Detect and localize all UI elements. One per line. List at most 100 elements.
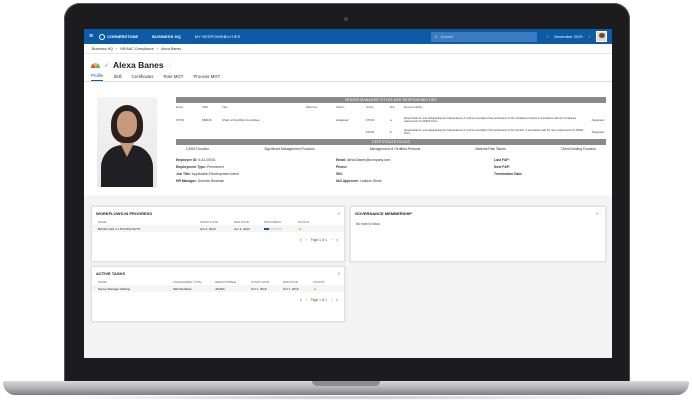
table-row[interactable]: Senior Manager Waiting Skill Workflow JA… xyxy=(92,285,344,292)
next-month-chevron-icon[interactable]: › xyxy=(589,34,590,39)
table-cell: Responsible for, and safeguarding the in… xyxy=(404,129,584,135)
employee-details: Employee ID: 6-41-00031 Email: Alexa.Ban… xyxy=(176,158,606,183)
column-header: RESPONSIBLE xyxy=(215,279,237,284)
workflow-start-date: Oct 3, 2019 xyxy=(200,226,216,231)
user-avatar[interactable] xyxy=(596,31,607,42)
column-header: Effective xyxy=(306,105,318,109)
prev-month-chevron-icon[interactable]: ‹ xyxy=(547,34,548,39)
search-icon[interactable]: ⌕ xyxy=(337,271,340,276)
certificates-section-header: CERTIFICATE ROLES xyxy=(176,139,606,145)
table-cell: a xyxy=(390,118,392,122)
last-page-icon[interactable]: ›| xyxy=(336,238,338,242)
column-header: PROGRESS xyxy=(264,219,282,224)
table-cell: Assigned xyxy=(336,118,349,122)
column-header: END DATE xyxy=(234,219,249,224)
column-header: STATUS xyxy=(313,279,325,284)
active-tasks-card-header: ACTIVE TASKS ⌕ xyxy=(92,267,344,278)
detail-label: IAG Approver: xyxy=(336,179,360,183)
detail-field: Last F&P: xyxy=(494,158,606,162)
page-indicator: Page 1 of 1 xyxy=(310,298,328,302)
first-page-icon[interactable]: |‹ xyxy=(300,298,302,302)
laptop-notch xyxy=(312,381,380,386)
column-header: END DATE xyxy=(283,279,298,284)
detail-field: Next F&P: xyxy=(494,165,606,169)
tab-process-mgt[interactable]: Process MGT xyxy=(194,74,221,81)
prev-page-icon[interactable]: ‹ xyxy=(306,298,307,302)
detail-label: Job Title: xyxy=(176,172,192,176)
brand-name: CORNERSTONE xyxy=(107,34,139,39)
task-start-date: Oct 1, 2019 xyxy=(251,286,267,291)
detail-label: Email: xyxy=(336,158,347,162)
active-tasks-card: ACTIVE TASKS ⌕ NAME ASSIGNMENT TYPE RESP… xyxy=(91,266,345,322)
search-placeholder: Search xyxy=(440,34,454,39)
task-assignment-type: Skill Workflow xyxy=(173,286,192,291)
prev-page-icon[interactable]: ‹ xyxy=(306,238,307,242)
date-navigator: ‹ December 2019 › xyxy=(547,34,590,39)
detail-value: 6-41-00031 xyxy=(198,158,216,162)
detail-field: Job Title: Application Development Inter… xyxy=(176,172,336,176)
detail-value: Permanent xyxy=(207,165,224,169)
nav-my-responsibilities[interactable]: MY RESPONSIBILITIES xyxy=(195,34,241,39)
tab-certificates[interactable]: Certificates xyxy=(132,74,154,81)
top-navigation-bar: ≡ CORNERSTONE BUSINESS HQ MY RESPONSIBIL… xyxy=(84,29,612,44)
warning-icon: ▲ xyxy=(298,226,302,231)
responsibilities-section-header: SENIOR MANAGER TITLES AND RESPONSIBILITI… xyxy=(176,97,606,103)
camera xyxy=(344,17,348,21)
detail-field: Email: Alexa.Banes@company.com xyxy=(336,158,494,162)
table-cell: Responsible for, and safeguarding the in… xyxy=(404,117,577,123)
next-page-icon[interactable]: › xyxy=(331,238,332,242)
more-options-icon[interactable]: ⋮ xyxy=(168,62,173,68)
table-row: FTOO SMF16 Chair of the Risk Committee A… xyxy=(176,114,606,126)
search-icon[interactable]: ⌕ ⋮ xyxy=(596,211,601,216)
workflows-card: WORKFLOWS IN PROGRESS ⌕ NAME START DATE … xyxy=(91,206,345,262)
column-header: Status xyxy=(336,105,345,109)
empty-state: No rows to show. xyxy=(356,222,381,226)
hamburger-menu-icon[interactable]: ≡ xyxy=(89,33,93,40)
next-page-icon[interactable]: › xyxy=(331,298,332,302)
tab-profile[interactable]: Profile xyxy=(91,73,104,81)
search-icon[interactable]: ⌕ xyxy=(337,211,340,216)
search-input[interactable]: ⌕ Search xyxy=(430,31,537,42)
table-cell: Assigned xyxy=(591,118,604,122)
certificate-role: Material Risk Takers xyxy=(475,147,506,151)
tab-role-mgt[interactable]: Role MGT xyxy=(163,74,183,81)
gauge-icon xyxy=(91,62,100,68)
column-header: START DATE xyxy=(251,279,270,284)
last-page-icon[interactable]: ›| xyxy=(336,298,338,302)
column-header: Entity xyxy=(366,105,374,109)
governance-title: GOVERNANCE MEMBERSHIP xyxy=(355,211,412,216)
breadcrumb-item: Alexa Banes xyxy=(160,46,182,51)
page-header: ➶ Alexa Banes ⋮ xyxy=(84,54,612,72)
workflow-name[interactable]: BOOD CHG 1.1 ROUTE DIVTS xyxy=(98,227,200,231)
brand-logo[interactable]: CORNERSTONE xyxy=(99,33,139,40)
flag-icon: ➶ xyxy=(104,62,110,69)
detail-label: Last F&P: xyxy=(494,158,510,162)
nav-business-hq[interactable]: BUSINESS HQ xyxy=(152,34,181,39)
detail-field: Employment Type: Permanent xyxy=(176,165,336,169)
column-header: SMF xyxy=(202,105,209,109)
table-cell: FTOO xyxy=(176,118,185,122)
detail-value[interactable]: Alexa.Banes@company.com xyxy=(347,158,390,162)
certificate-role: Client Dealing Function xyxy=(560,147,596,151)
table-row[interactable]: BOOD CHG 1.1 ROUTE DIVTS Oct 3, 2019 Jun… xyxy=(92,225,344,232)
table-cell: Chair of the Risk Committee xyxy=(222,118,260,122)
breadcrumb-item[interactable]: HR/AAC Compliance xyxy=(120,47,154,51)
workflow-progress xyxy=(264,227,298,230)
page-indicator: Page 1 of 1 xyxy=(310,238,328,242)
table-cell: FTOO xyxy=(366,130,375,134)
detail-field: Termination Date: xyxy=(494,172,606,176)
detail-field: Phone: xyxy=(336,165,494,169)
first-page-icon[interactable]: |‹ xyxy=(300,238,302,242)
table-header-row: NAME ASSIGNMENT TYPE RESPONSIBLE START D… xyxy=(92,278,344,285)
governance-card-header: GOVERNANCE MEMBERSHIP ⌕ ⋮ xyxy=(351,207,605,218)
column-header: STATUS xyxy=(298,219,310,224)
task-name[interactable]: Senior Manager Waiting xyxy=(98,287,173,291)
warning-icon: ▲ xyxy=(313,286,317,291)
profile-photo xyxy=(97,97,157,187)
breadcrumb: Business HQ › HR/AAC Compliance › Alexa Ba… xyxy=(84,44,612,54)
active-tasks-title: ACTIVE TASKS xyxy=(96,271,126,276)
tab-skill[interactable]: Skill xyxy=(113,74,121,81)
responsibilities-table: Entity SMF Title Effective Status Entity… xyxy=(176,104,606,138)
breadcrumb-item[interactable]: Business HQ xyxy=(92,47,113,51)
search-icon: ⌕ xyxy=(434,33,438,40)
